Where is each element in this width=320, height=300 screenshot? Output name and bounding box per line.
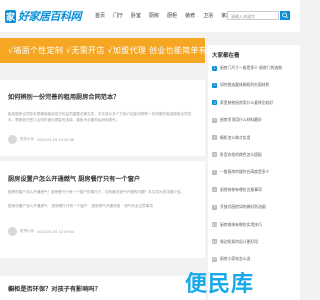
article-title[interactable]: 橱柜是否环保？对孩子有影响吗？: [8, 284, 101, 293]
avatar: [8, 227, 17, 236]
search-button[interactable]: [280, 11, 290, 20]
watermark-logo: 便民库: [185, 272, 255, 297]
article-card: 如何辨别一份完善的租用厨房合同范本？ 租用厨房合同范本是确保租用双方权益的重要法…: [0, 80, 205, 156]
rank-badge: 1: [212, 65, 217, 71]
nav-item-bathroom[interactable]: 卫浴: [203, 12, 213, 19]
rank-badge: 10: [212, 222, 217, 228]
list-item[interactable]: 12 厨房小家电怎么选: [212, 253, 297, 265]
sidebar-title: 大家都在看: [212, 53, 240, 59]
related-link[interactable]: 燃气安全注意事项: [124, 204, 153, 209]
rank-badge: 11: [212, 239, 217, 245]
list-item[interactable]: 4 厨房吊顶用什么材料最好: [212, 114, 297, 126]
list-item-title: 厨房门尺寸一般是多少 厨房门的选购: [220, 65, 282, 70]
list-item-title: 厨房收纳有哪些实用技巧: [220, 221, 262, 227]
article-date: 2023-01-09 12:05:48: [37, 137, 75, 142]
list-item[interactable]: 1 厨房门尺寸一般是多少 厨房门的选购: [212, 62, 297, 74]
list-item[interactable]: 5 橱柜怎么做才实用: [212, 132, 297, 144]
related-link[interactable]: 厨房燃气开通流程: [91, 204, 120, 209]
rank-badge: 7: [212, 169, 217, 175]
list-item[interactable]: 10 厨房收纳有哪些实用技巧: [212, 219, 297, 231]
related-link[interactable]: 厨房餐厅只有一个窗户: [52, 204, 88, 209]
list-item[interactable]: 6 卧室衣柜的颜色怎么搭配: [212, 149, 297, 161]
rank-badge: 5: [212, 135, 217, 141]
list-item[interactable]: 8 厨房装修有哪些注意事项: [212, 184, 297, 196]
list-item-title: 如何挑选整体橱柜的台面材质: [220, 82, 270, 88]
list-item[interactable]: 9 开放式厨房如何做好防油烟: [212, 201, 297, 213]
popular-list: 1 厨房门尺寸一般是多少 厨房门的选购 2 如何挑选整体橱柜的台面材质 3 家里装修厨…: [212, 62, 297, 271]
logo-icon: 家: [5, 9, 16, 23]
rank-badge: 6: [212, 152, 217, 158]
article-title[interactable]: 厨房设置户怎么开通燃气 厨房餐厅只有一个窗户: [8, 174, 140, 183]
list-item-title: 餐边柜如何设计更好用: [220, 238, 258, 244]
nav-item-hall[interactable]: 门厅: [113, 12, 123, 19]
logo-text: 好家居百科网: [18, 10, 82, 23]
list-item[interactable]: 11 餐边柜如何设计更好用: [212, 236, 297, 248]
rank-badge: 9: [212, 204, 217, 210]
sidebar-popular: 大家都在看 1 厨房门尺寸一般是多少 厨房门的选购 2 如何挑选整体橱柜的台面材质 …: [208, 45, 300, 300]
article-meta: 吃货小乐 2023-01-09 12:09:54: [8, 227, 74, 236]
list-item-title: 厨房装修有哪些注意事项: [220, 186, 262, 192]
article-card: 厨房设置户怎么开通燃气 厨房餐厅只有一个窗户 厨房的窗户怎么开通燃气？厨房餐厅只…: [0, 161, 205, 258]
list-item-title: 家里装修厨房用什么瓷砖比较好: [220, 99, 274, 105]
article-card: 橱柜是否环保？对孩子有影响吗？: [0, 276, 205, 300]
article-title[interactable]: 如何辨别一份完善的租用厨房合同范本？: [8, 92, 119, 101]
article-author: 吃货小乐: [20, 137, 34, 141]
site-logo[interactable]: 家 好家居百科网: [5, 9, 82, 23]
article-excerpt: 租用厨房合同范本是确保租用双方权益的重要法律文件，本文将从多个方面介绍如何辨别一…: [8, 112, 192, 122]
nav-item-cabinet[interactable]: 厨柜: [167, 12, 177, 19]
rank-badge: 4: [212, 117, 217, 123]
list-item-title: 开放式厨房如何做好防油烟: [220, 204, 266, 210]
rank-badge: 12: [212, 256, 217, 262]
list-item-title: 橱柜怎么做才实用: [220, 134, 251, 140]
search-icon: [282, 12, 288, 19]
nav-item-home[interactable]: 首页: [95, 12, 105, 19]
article-date: 2023-01-09 12:09:54: [37, 229, 75, 234]
article-meta: 吃货小乐 2023-01-09 12:05:48: [8, 135, 74, 144]
rank-badge: 3: [212, 100, 217, 106]
list-item[interactable]: 3 家里装修厨房用什么瓷砖比较好: [212, 97, 297, 109]
list-item-title: 厨房吊顶用什么材料最好: [220, 117, 262, 123]
list-item[interactable]: 7 一般厨房的操作台高度是多少: [212, 166, 297, 178]
nav-item-kitchen[interactable]: 厨房: [149, 12, 159, 19]
search-input[interactable]: 请输入关键字: [227, 11, 279, 20]
rank-badge: 8: [212, 187, 217, 193]
promo-banner[interactable]: √墙面个性定制 √无需开店 √加盟代理 创业也能简单有趣: [0, 38, 215, 63]
list-item-title: 一般厨房的操作台高度是多少: [220, 169, 270, 175]
related-link[interactable]: 厨房设置户怎么开通燃气: [8, 204, 48, 209]
list-item-title: 卧室衣柜的颜色怎么搭配: [220, 151, 262, 157]
banner-text: √墙面个性定制 √无需开店 √加盟代理 创业也能简单有趣: [8, 46, 216, 55]
related-links: 厨房设置户怎么开通燃气 厨房餐厅只有一个窗户 厨房燃气开通流程 燃气安全注意事项: [8, 204, 198, 209]
rank-badge: 2: [212, 82, 217, 88]
list-item-title: 厨房小家电怎么选: [220, 256, 251, 262]
list-item[interactable]: 2 如何挑选整体橱柜的台面材质: [212, 79, 297, 91]
avatar: [8, 135, 17, 144]
nav-item-decoration[interactable]: 装修: [185, 12, 195, 19]
site-header: 家 好家居百科网 首页 门厅 卧室 厨房 厨柜 装修 卫浴 家居问答 请输入关键…: [0, 0, 300, 32]
article-author: 吃货小乐: [20, 229, 34, 233]
article-excerpt: 厨房的窗户怎么开通燃气？厨房餐厅只有一个窗户的情况下，如何解决燃气开通的问题？本…: [8, 190, 185, 194]
nav-item-bedroom[interactable]: 卧室: [131, 12, 141, 19]
main-nav: 首页 门厅 卧室 厨房 厨柜 装修 卫浴 家居问答: [95, 12, 241, 19]
